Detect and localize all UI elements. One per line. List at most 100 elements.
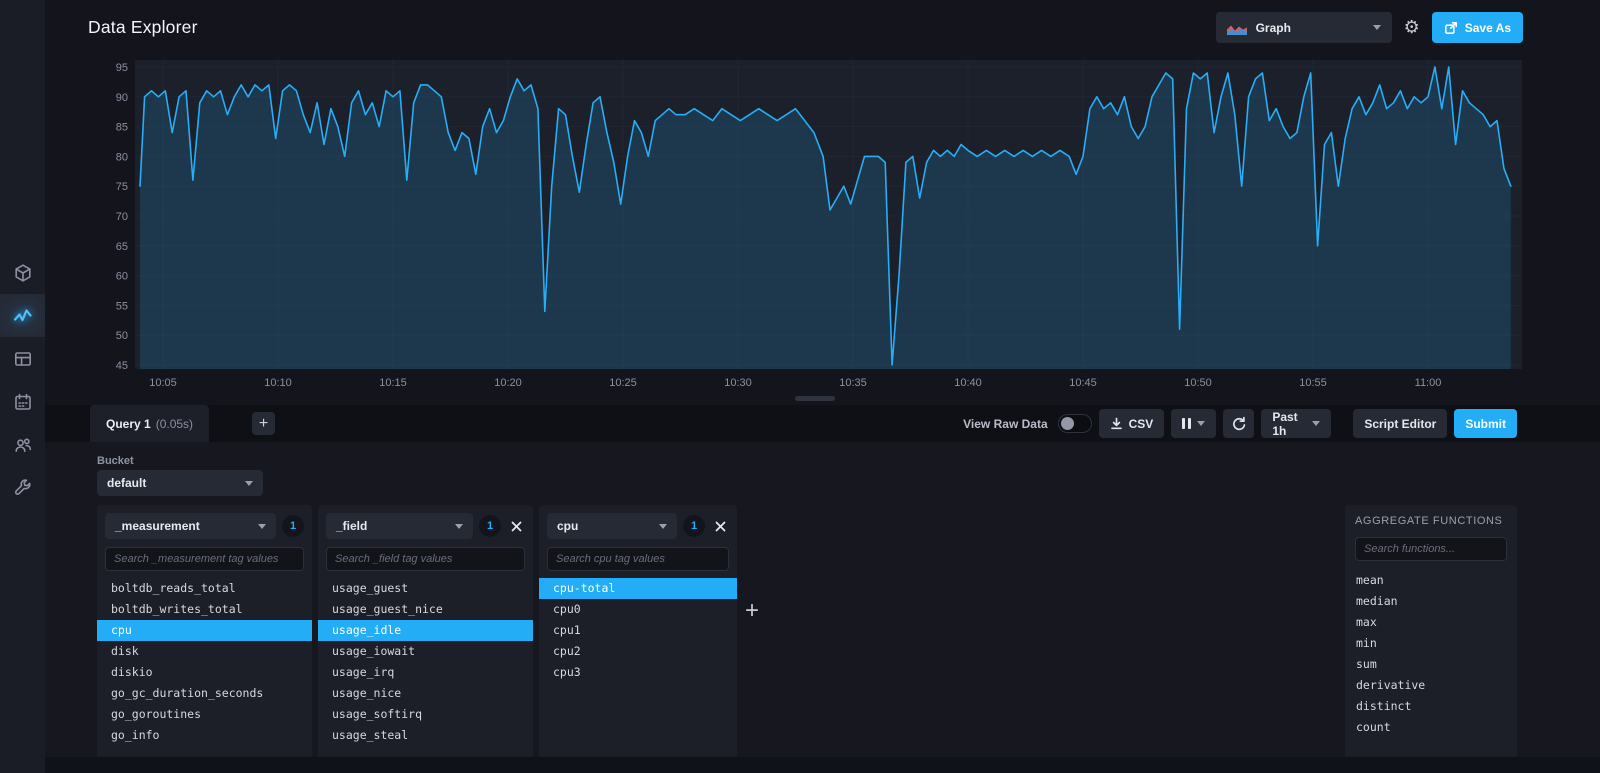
remove-card-button[interactable] (711, 517, 729, 535)
tag-value-item[interactable]: usage_iowait (318, 641, 533, 662)
nav-item-data-explorer[interactable] (0, 294, 45, 337)
bucket-dropdown[interactable]: default (97, 470, 263, 496)
function-item[interactable]: min (1345, 633, 1517, 654)
tag-value-item[interactable]: usage_steal (318, 725, 533, 746)
tag-value-item[interactable]: cpu2 (539, 641, 737, 662)
tag-value-item[interactable]: boltdb_writes_total (97, 599, 312, 620)
tag-value-item[interactable]: go_goroutines (97, 704, 312, 725)
svg-text:60: 60 (116, 271, 128, 283)
time-range-dropdown[interactable]: Past 1h (1261, 409, 1332, 438)
nav-item-organization[interactable] (0, 423, 45, 466)
tag-value-item[interactable]: go_gc_duration_seconds (97, 683, 312, 704)
tag-key-label: cpu (557, 519, 579, 533)
chevron-down-icon (1372, 25, 1381, 30)
nav-item-dashboards[interactable] (0, 337, 45, 380)
query-tab-1[interactable]: Query 1 (0.05s) (90, 405, 210, 442)
tag-value-item[interactable]: diskio (97, 662, 312, 683)
bucket-label: Bucket (97, 455, 134, 467)
svg-text:10:15: 10:15 (379, 377, 407, 389)
refresh-icon (1233, 416, 1246, 431)
tag-value-item[interactable]: cpu1 (539, 620, 737, 641)
svg-text:45: 45 (116, 360, 128, 372)
usage-chart[interactable]: 45 50 55 60 65 70 75 80 85 90 95 10:05 10:10 10:15 10:… (90, 55, 1522, 400)
calendar-icon (14, 393, 31, 410)
function-search-input[interactable] (1355, 537, 1507, 561)
remove-card-button[interactable] (507, 517, 525, 535)
function-item[interactable]: derivative (1345, 675, 1517, 696)
view-type-dropdown[interactable]: Graph (1215, 12, 1392, 43)
query-tab-name: Query 1 (106, 416, 151, 431)
svg-text:11:00: 11:00 (1415, 377, 1442, 389)
save-as-button[interactable]: Save As (1431, 12, 1523, 43)
page-title: Data Explorer (88, 17, 198, 37)
horizontal-scrollbar[interactable] (45, 757, 1600, 773)
close-icon (715, 521, 725, 531)
dashboards-grid-icon (14, 351, 31, 366)
svg-text:95: 95 (116, 62, 128, 74)
tag-key-label: _measurement (115, 519, 200, 533)
tag-key-dropdown[interactable]: cpu (547, 513, 677, 539)
function-item[interactable]: median (1345, 591, 1517, 612)
tag-key-dropdown[interactable]: _field (326, 513, 473, 539)
tag-value-item[interactable]: usage_softirq (318, 704, 533, 725)
tag-value-item[interactable]: usage_guest_nice (318, 599, 533, 620)
field-list: usage_guest usage_guest_nice usage_idle usa… (318, 578, 533, 746)
tag-value-item[interactable]: boltdb_reads_total (97, 578, 312, 599)
function-item[interactable]: sum (1345, 654, 1517, 675)
tag-value-item[interactable]: cpu (97, 620, 312, 641)
tag-value-item[interactable]: cpu0 (539, 599, 737, 620)
function-item[interactable]: distinct (1345, 696, 1517, 717)
nav-item-settings[interactable] (0, 466, 45, 509)
aggregate-functions-title: AGGREGATE FUNCTIONS (1355, 515, 1503, 527)
selected-count-badge: 1 (282, 515, 304, 537)
svg-text:10:10: 10:10 (264, 377, 292, 389)
toggle-knob (1060, 417, 1074, 430)
script-editor-button[interactable]: Script Editor (1353, 409, 1448, 438)
tag-value-item[interactable]: usage_irq (318, 662, 533, 683)
function-item[interactable]: count (1345, 717, 1517, 738)
svg-text:10:30: 10:30 (724, 377, 752, 389)
chevron-down-icon (245, 480, 253, 486)
cpu-list: cpu-total cpu0 cpu1 cpu2 cpu3 (539, 578, 737, 683)
chevron-down-icon (1312, 421, 1321, 426)
tag-value-item[interactable]: disk (97, 641, 312, 662)
function-item[interactable]: mean (1345, 570, 1517, 591)
svg-text:50: 50 (116, 330, 128, 342)
query-controls: View Raw Data CSV Past 1h Script Editor … (963, 409, 1517, 438)
view-raw-data-toggle[interactable] (1057, 414, 1092, 433)
panel-resize-handle[interactable] (795, 396, 835, 401)
add-query-button[interactable]: + (252, 412, 275, 435)
svg-text:75: 75 (116, 181, 128, 193)
tag-value-item[interactable]: usage_guest (318, 578, 533, 599)
svg-text:10:55: 10:55 (1299, 377, 1327, 389)
tag-value-item[interactable]: cpu-total (539, 578, 737, 599)
tag-value-item[interactable]: usage_idle (318, 620, 533, 641)
tag-key-dropdown[interactable]: _measurement (105, 513, 276, 539)
nav-item-home[interactable] (0, 251, 45, 294)
submit-button[interactable]: Submit (1454, 409, 1517, 438)
pause-icon (1182, 418, 1192, 429)
query-builder-panel: Query 1 (0.05s) + View Raw Data CSV Past… (45, 405, 1600, 773)
graph-type-icon (1226, 25, 1247, 35)
gear-icon[interactable]: ⚙ (1401, 17, 1423, 38)
time-range-label: Past 1h (1272, 409, 1298, 438)
add-tag-filter-button[interactable]: + (745, 599, 759, 623)
tag-value-search-input[interactable] (326, 547, 525, 571)
pause-dropdown-button[interactable] (1171, 409, 1217, 438)
svg-text:10:35: 10:35 (839, 377, 867, 389)
tag-card-cpu: cpu 1 cpu-totalcpu0cpu1cpu2cpu3 (539, 505, 737, 762)
chevron-down-icon (258, 523, 266, 529)
csv-download-button[interactable]: CSV (1098, 409, 1165, 438)
tag-value-item[interactable]: cpu3 (539, 662, 737, 683)
function-item[interactable]: max (1345, 612, 1517, 633)
svg-text:10:50: 10:50 (1184, 377, 1212, 389)
tag-value-search-input[interactable] (105, 547, 304, 571)
refresh-button[interactable] (1223, 409, 1255, 438)
nav-item-tasks[interactable] (0, 380, 45, 423)
query-tab-duration: (0.05s) (155, 416, 194, 431)
tag-value-search-input[interactable] (547, 547, 729, 571)
tag-value-item[interactable]: go_info (97, 725, 312, 746)
script-editor-label: Script Editor (1364, 416, 1437, 431)
tag-card-field: _field 1 usage_guestusage_guest_niceusag… (318, 505, 533, 762)
tag-value-item[interactable]: usage_nice (318, 683, 533, 704)
